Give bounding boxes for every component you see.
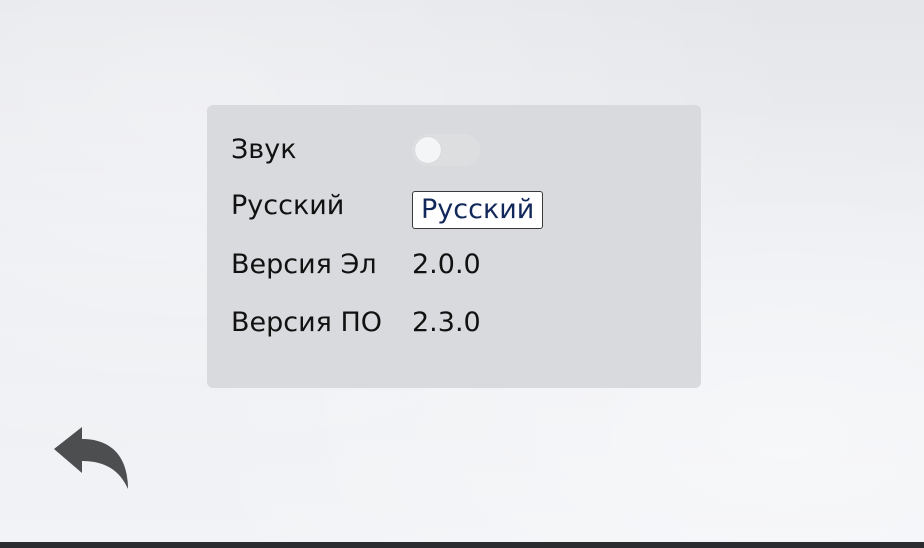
sound-toggle[interactable] <box>412 134 480 166</box>
language-select-button[interactable]: Русский <box>412 191 544 229</box>
back-arrow-icon <box>54 427 128 489</box>
hw-version-value: 2.0.0 <box>412 249 481 280</box>
hw-version-label: Версия Эл <box>231 249 377 280</box>
sw-version-label: Версия ПО <box>231 307 383 338</box>
back-button[interactable] <box>52 423 132 493</box>
toggle-knob <box>415 137 441 163</box>
sw-version-value: 2.3.0 <box>412 307 481 338</box>
language-label: Русский <box>231 190 345 221</box>
settings-panel: Звук Русский Русский Версия Эл 2.0.0 Вер… <box>207 105 701 388</box>
sound-label: Звук <box>231 134 297 165</box>
screen-bezel <box>0 542 924 548</box>
device-screen: Звук Русский Русский Версия Эл 2.0.0 Вер… <box>0 0 924 548</box>
